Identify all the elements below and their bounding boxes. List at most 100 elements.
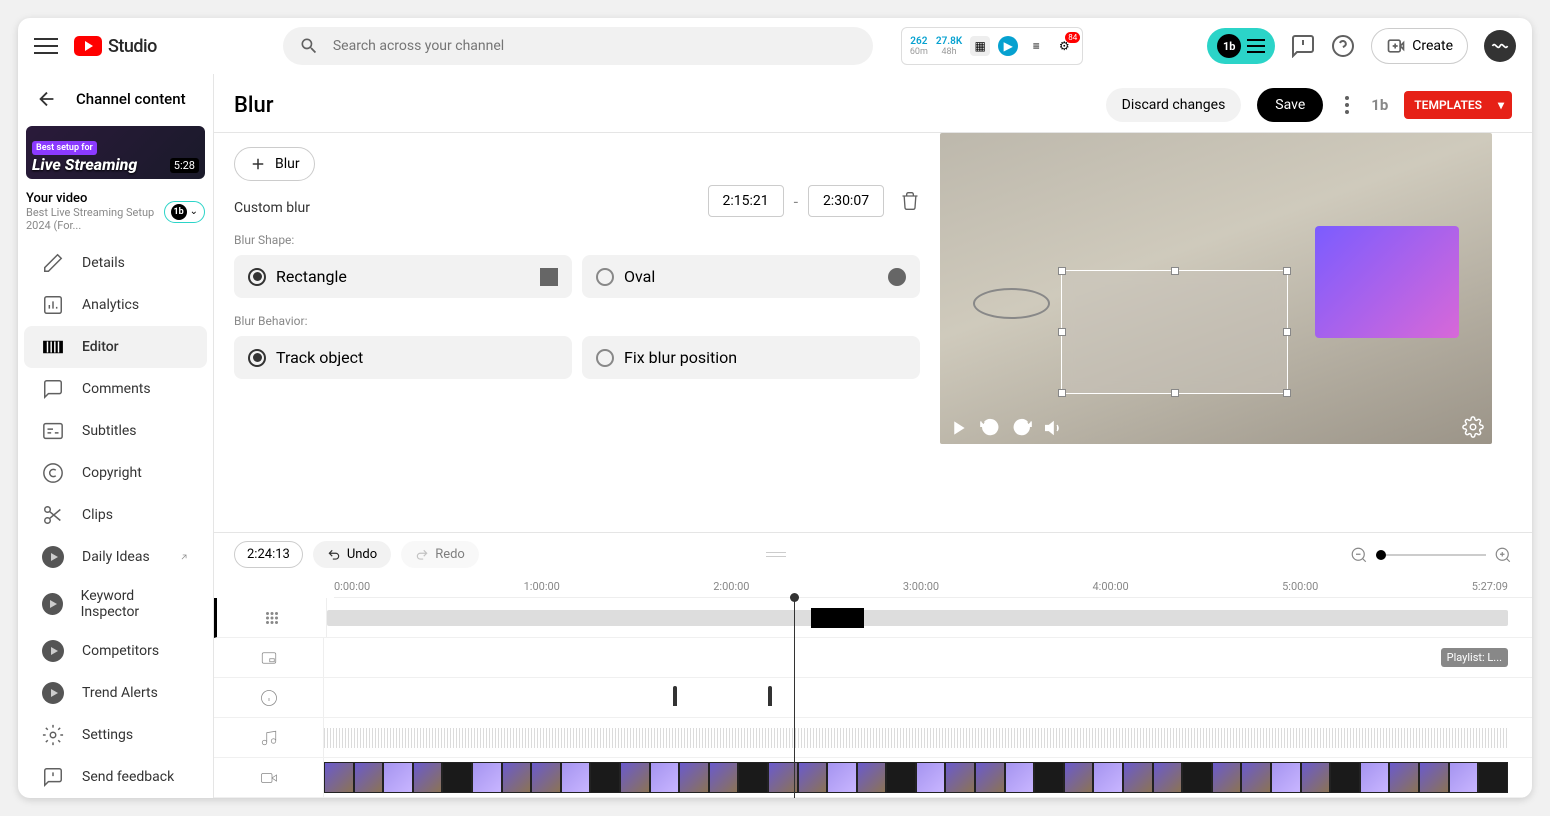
templates-button[interactable]: TEMPLATES	[1404, 91, 1512, 119]
menu-lines-icon	[1247, 39, 1265, 53]
time-ruler[interactable]: 0:00:00 1:00:00 2:00:00 3:00:00 4:00:00 …	[334, 576, 1532, 598]
sidebar-item-clips[interactable]: Clips	[24, 494, 207, 536]
create-icon	[1386, 36, 1406, 56]
endscreen-element[interactable]: Playlist: L...	[1441, 648, 1508, 667]
forward-10-icon[interactable]: 10	[1012, 418, 1032, 438]
undo-button[interactable]: Undo	[313, 541, 391, 568]
volume-icon[interactable]	[1044, 418, 1064, 438]
sidebar-item-feedback[interactable]: Send feedback	[24, 756, 207, 798]
add-blur-button[interactable]: Blur	[234, 147, 315, 181]
cards-track[interactable]	[214, 678, 1532, 718]
start-time-input[interactable]	[708, 185, 784, 217]
resize-handle[interactable]	[1283, 389, 1291, 397]
back-channel-content[interactable]: Channel content	[18, 78, 213, 120]
user-avatar[interactable]	[1484, 30, 1516, 62]
video-preview[interactable]: 10 10	[940, 133, 1492, 444]
play-circle-icon	[42, 593, 63, 615]
play-circle-icon	[42, 640, 64, 662]
card-marker[interactable]	[768, 686, 772, 706]
shape-rectangle-option[interactable]: Rectangle	[234, 255, 572, 298]
sidebar-item-competitors[interactable]: Competitors	[24, 630, 207, 672]
sidebar-item-subtitles[interactable]: Subtitles	[24, 410, 207, 452]
tb-mark: 1b	[1371, 96, 1388, 114]
tubebuddy-badge[interactable]: 1b	[1207, 28, 1275, 64]
search-icon	[299, 36, 319, 56]
save-button[interactable]: Save	[1257, 88, 1323, 122]
blur-clip[interactable]	[811, 608, 864, 628]
shape-oval-option[interactable]: Oval	[582, 255, 920, 298]
sidebar-item-comments[interactable]: Comments	[24, 368, 207, 410]
rectangle-preview	[540, 268, 558, 286]
ext-icon-1: ▦	[970, 36, 990, 56]
sidebar: Channel content Best setup for Live Stre…	[18, 74, 214, 798]
tb-icon: 1b	[1217, 34, 1241, 58]
custom-blur-label: Custom blur	[234, 200, 310, 216]
current-time[interactable]: 2:24:13	[234, 541, 303, 568]
sidebar-item-daily-ideas[interactable]: Daily Ideas	[24, 536, 207, 578]
resize-handle[interactable]	[1058, 328, 1066, 336]
card-marker[interactable]	[673, 686, 677, 706]
delete-blur-icon[interactable]	[900, 191, 920, 211]
play-icon[interactable]	[948, 418, 968, 438]
panel-drag-handle[interactable]	[766, 552, 786, 557]
svg-text:10: 10	[1018, 427, 1025, 433]
logo-text: Studio	[108, 36, 157, 57]
external-icon	[179, 552, 189, 562]
blur-shape-label: Blur Shape:	[234, 233, 920, 247]
sidebar-item-keyword[interactable]: Keyword Inspector	[24, 578, 207, 630]
rewind-10-icon[interactable]: 10	[980, 418, 1000, 438]
analytics-icon	[42, 294, 64, 316]
sidebar-item-analytics[interactable]: Analytics	[24, 284, 207, 326]
playhead[interactable]	[794, 598, 795, 798]
video-track[interactable]	[214, 758, 1532, 798]
sidebar-item-settings[interactable]: Settings	[24, 714, 207, 756]
resize-handle[interactable]	[1058, 389, 1066, 397]
sidebar-item-copyright[interactable]: Copyright	[24, 452, 207, 494]
feedback-icon	[42, 766, 64, 788]
editor-icon	[42, 336, 64, 358]
video-thumbnail[interactable]: Best setup for Live Streaming 5:28	[26, 126, 205, 179]
sidebar-item-details[interactable]: Details	[24, 242, 207, 284]
resize-handle[interactable]	[1171, 267, 1179, 275]
radio-checked-icon	[248, 349, 266, 367]
discard-button[interactable]: Discard changes	[1106, 88, 1242, 122]
resize-handle[interactable]	[1058, 267, 1066, 275]
resize-handle[interactable]	[1283, 267, 1291, 275]
zoom-in-icon[interactable]	[1494, 546, 1512, 564]
behavior-fix-option[interactable]: Fix blur position	[582, 336, 920, 379]
youtube-studio-logo[interactable]: Studio	[74, 36, 157, 57]
blur-track[interactable]	[214, 598, 1532, 638]
zoom-slider[interactable]	[1376, 554, 1486, 556]
more-options[interactable]	[1339, 96, 1355, 114]
sidebar-pill[interactable]: 1b ⌄	[164, 201, 205, 223]
arrow-left-icon	[36, 88, 58, 110]
search-input[interactable]	[333, 38, 857, 54]
end-time-input[interactable]	[808, 185, 884, 217]
pencil-icon	[42, 252, 64, 274]
blur-region[interactable]	[1061, 270, 1287, 394]
music-icon	[260, 729, 278, 747]
behavior-track-option[interactable]: Track object	[234, 336, 572, 379]
sidebar-item-trend[interactable]: Trend Alerts	[24, 672, 207, 714]
search-box[interactable]	[283, 27, 873, 65]
audio-track[interactable]	[214, 718, 1532, 758]
waveform	[324, 728, 1508, 748]
youtube-icon	[74, 36, 102, 56]
help-icon[interactable]	[1331, 34, 1355, 58]
hamburger-menu[interactable]	[34, 34, 58, 58]
resize-handle[interactable]	[1283, 328, 1291, 336]
endscreen-icon	[260, 649, 278, 667]
copyright-icon	[42, 462, 64, 484]
video-filmstrip	[324, 762, 1508, 793]
create-button[interactable]: Create	[1371, 28, 1468, 64]
resize-handle[interactable]	[1171, 389, 1179, 397]
feedback-icon[interactable]	[1291, 34, 1315, 58]
video-title: Your video	[26, 191, 164, 206]
extension-stats[interactable]: 26260m 27.8K48h ▦ ▶ ≡ ⚙84	[901, 27, 1083, 65]
blur-track-icon	[263, 609, 281, 627]
sidebar-item-editor[interactable]: Editor	[24, 326, 207, 368]
zoom-out-icon[interactable]	[1350, 546, 1368, 564]
ext-notif-icon: ⚙84	[1054, 36, 1074, 56]
settings-icon[interactable]	[1462, 416, 1484, 438]
endscreen-track[interactable]: Playlist: L...	[214, 638, 1532, 678]
